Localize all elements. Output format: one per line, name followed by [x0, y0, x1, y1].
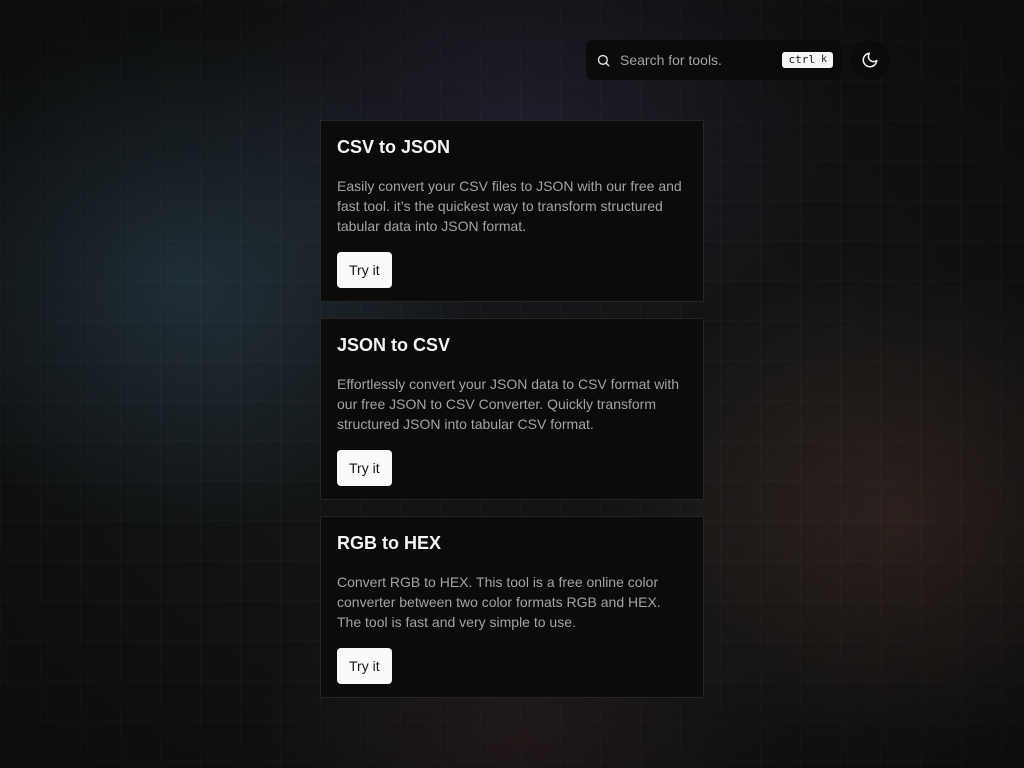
try-it-button[interactable]: Try it [337, 450, 392, 486]
shortcut-modifier: ctrl [788, 53, 815, 66]
tool-card-list: CSV to JSON Easily convert your CSV file… [320, 120, 704, 714]
search-bar[interactable]: ctrl k [586, 40, 842, 80]
card-description: Effortlessly convert your JSON data to C… [337, 376, 680, 432]
card-description: Convert RGB to HEX. This tool is a free … [337, 574, 661, 630]
theme-toggle-button[interactable] [850, 40, 890, 80]
card-title: CSV to JSON [337, 137, 451, 157]
tool-card-rgb-to-hex: RGB to HEX Convert RGB to HEX. This tool… [320, 516, 704, 698]
card-title: JSON to CSV [337, 335, 451, 355]
moon-icon [861, 51, 879, 69]
tool-card-csv-to-json: CSV to JSON Easily convert your CSV file… [320, 120, 704, 302]
keyboard-shortcut-hint: ctrl k [782, 52, 833, 68]
search-input[interactable] [620, 52, 783, 68]
tool-card-json-to-csv: JSON to CSV Effortlessly convert your JS… [320, 318, 704, 500]
search-icon [595, 52, 611, 68]
try-it-button[interactable]: Try it [337, 252, 392, 288]
try-it-button[interactable]: Try it [337, 648, 392, 684]
card-description: Easily convert your CSV files to JSON wi… [337, 178, 682, 234]
shortcut-key: k [820, 54, 827, 65]
card-title: RGB to HEX [337, 533, 442, 553]
